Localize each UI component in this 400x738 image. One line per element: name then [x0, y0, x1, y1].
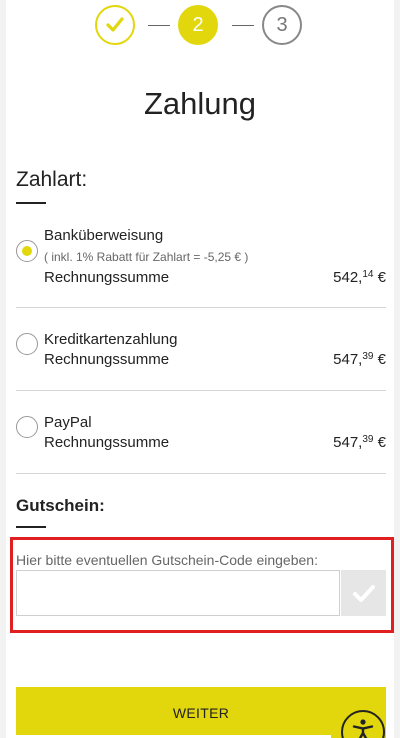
option-sum-label: Rechnungssumme: [44, 269, 170, 286]
option-sum-label: Rechnungssumme: [44, 434, 170, 451]
option-sum-value: 547,39 €: [333, 434, 386, 451]
accessibility-person-icon: [352, 719, 374, 738]
option-divider: [16, 307, 386, 308]
payment-option-credit-card[interactable]: Kreditkartenzahlung Rechnungssumme 547,3…: [16, 330, 386, 376]
step-connector: [232, 25, 254, 26]
step-1-completed[interactable]: [95, 5, 135, 45]
option-sum-label: Rechnungssumme: [44, 351, 170, 368]
option-sum-value: 542,14 €: [333, 269, 386, 286]
option-name: Kreditkartenzahlung: [44, 331, 178, 348]
checkout-stepper: 2 3: [6, 5, 394, 47]
voucher-heading: Gutschein:: [16, 496, 105, 515]
option-sum-value: 547,39 €: [333, 351, 386, 368]
radio-credit-card[interactable]: [16, 333, 38, 355]
voucher-highlight-frame: [10, 537, 394, 633]
radio-paypal[interactable]: [16, 416, 38, 438]
heading-underline: [16, 526, 46, 528]
step-2-current: 2: [178, 5, 218, 45]
step-3-upcoming: 3: [262, 5, 302, 45]
option-divider: [16, 473, 386, 474]
check-icon: [106, 17, 124, 32]
payment-panel: 2 3 Zahlung Zahlart: Banküberweisung ( i…: [6, 0, 394, 738]
option-discount-note: ( inkl. 1% Rabatt für Zahlart = -5,25 € …: [44, 250, 249, 264]
payment-method-heading: Zahlart:: [16, 168, 88, 191]
payment-option-bank-transfer[interactable]: Banküberweisung ( inkl. 1% Rabatt für Za…: [16, 226, 386, 296]
option-divider: [16, 390, 386, 391]
option-name: Banküberweisung: [44, 227, 164, 244]
page-title: Zahlung: [143, 86, 257, 121]
heading-underline: [16, 202, 46, 204]
option-name: PayPal: [44, 414, 92, 431]
step-connector: [148, 25, 170, 26]
payment-option-paypal[interactable]: PayPal Rechnungssumme 547,39 €: [16, 413, 386, 459]
continue-button[interactable]: WEITER: [16, 687, 386, 738]
radio-bank-transfer[interactable]: [16, 240, 38, 262]
